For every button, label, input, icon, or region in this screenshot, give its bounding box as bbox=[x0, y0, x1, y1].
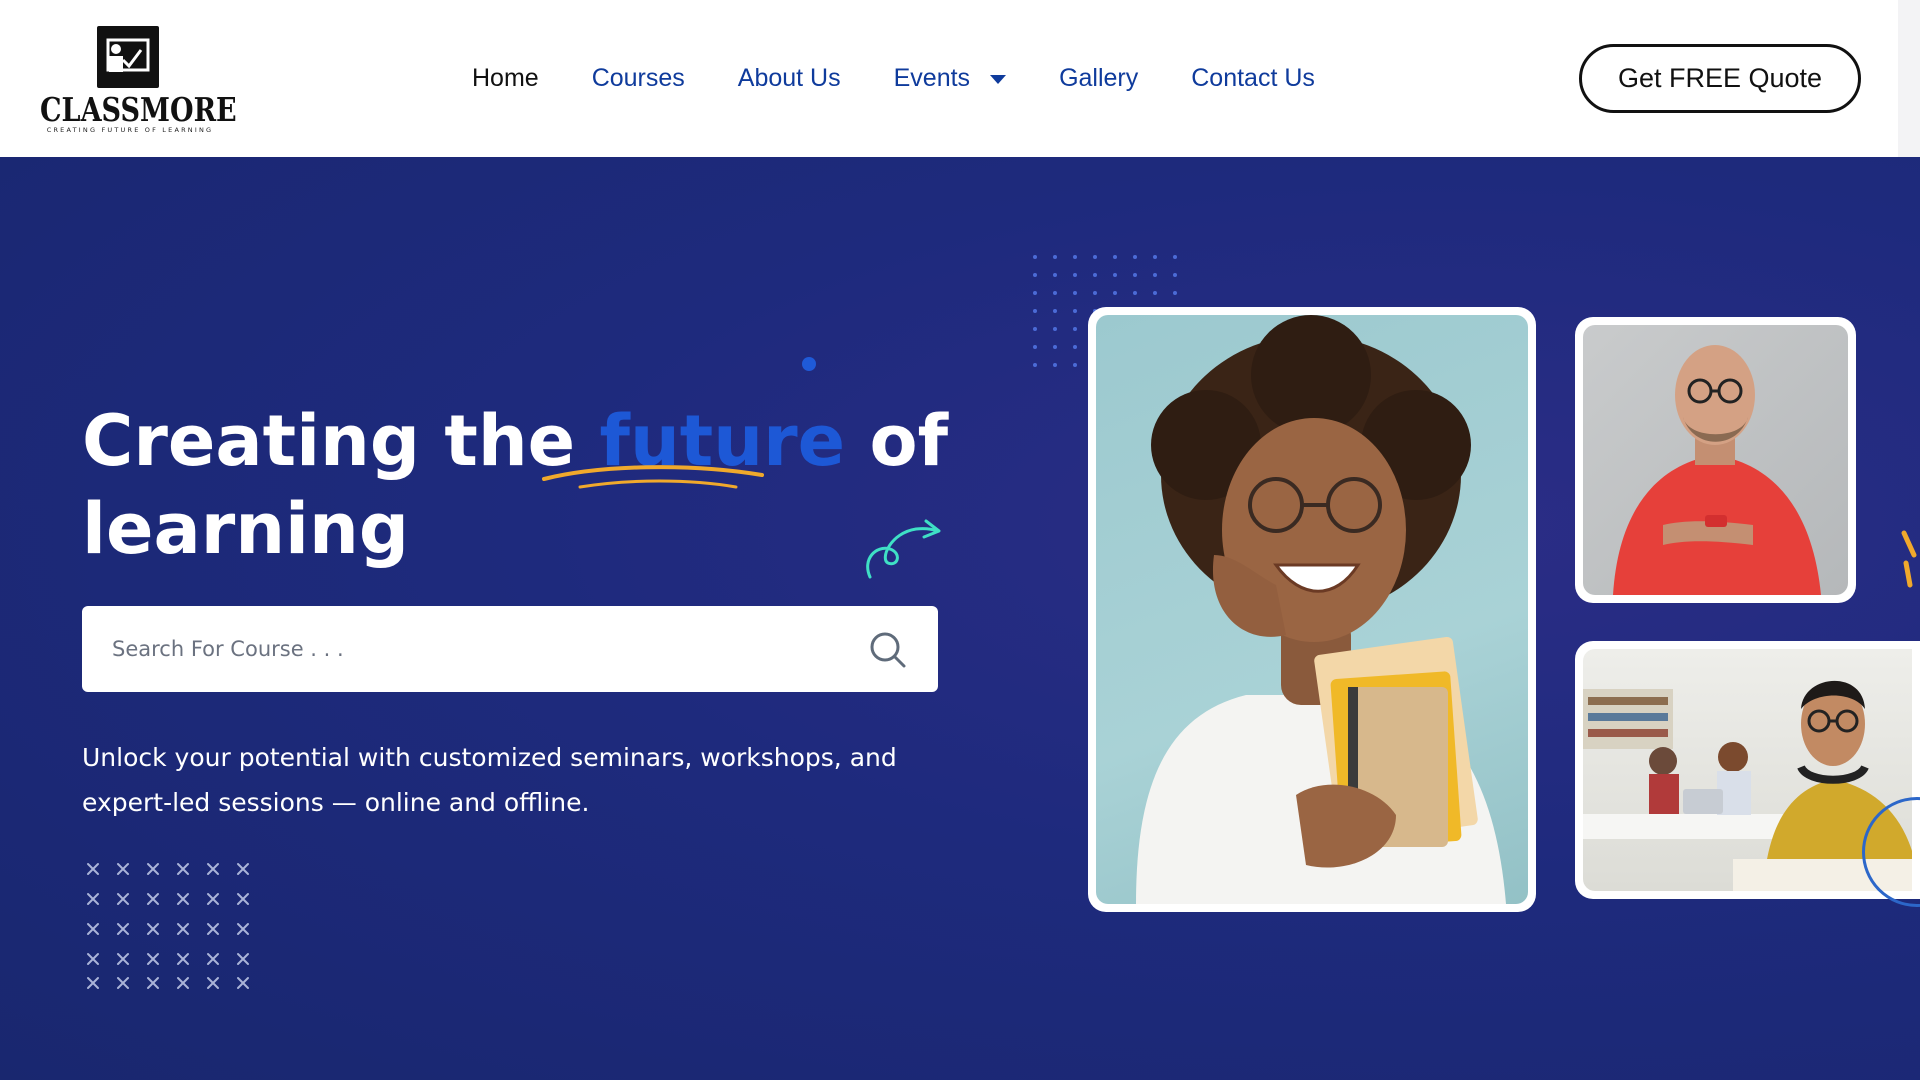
highlight-underline bbox=[542, 465, 764, 489]
nav-events[interactable]: Events bbox=[893, 63, 1007, 93]
nav-events-label: Events bbox=[893, 63, 971, 92]
decorative-yellow-stroke bbox=[1901, 530, 1917, 588]
hero-section: Creating the future of learning Unlock y… bbox=[0, 157, 1920, 1080]
brand-name: CLASSMORE bbox=[40, 90, 237, 129]
scrollbar-track[interactable] bbox=[1898, 0, 1920, 157]
brand-tagline: CREATING FUTURE OF LEARNING bbox=[46, 126, 214, 134]
hero-description: Unlock your potential with customized se… bbox=[82, 743, 897, 817]
nav-contact-us[interactable]: Contact Us bbox=[1191, 64, 1315, 93]
site-header: CLASSMORE CREATING FUTURE OF LEARNING Ho… bbox=[0, 0, 1898, 157]
curly-arrow-icon bbox=[866, 519, 941, 579]
main-nav: Home Courses About Us Events Gallery Con… bbox=[472, 62, 1368, 94]
presentation-board-icon bbox=[97, 26, 159, 88]
headline-part-2: of bbox=[845, 400, 949, 482]
get-free-quote-button[interactable]: Get FREE Quote bbox=[1579, 44, 1861, 113]
headline-line-2: learning bbox=[82, 488, 409, 570]
nav-about-us[interactable]: About Us bbox=[738, 64, 841, 93]
nav-gallery[interactable]: Gallery bbox=[1059, 64, 1138, 93]
student-woman-with-books-image bbox=[1088, 307, 1536, 912]
brand-logo[interactable]: CLASSMORE CREATING FUTURE OF LEARNING bbox=[40, 26, 237, 136]
search-input[interactable] bbox=[112, 606, 832, 692]
caret-down-icon[interactable] bbox=[990, 75, 1007, 84]
decorative-x-grid bbox=[87, 863, 249, 989]
hero-headline: Creating the future of learning bbox=[82, 397, 982, 573]
search-icon[interactable] bbox=[868, 630, 908, 670]
decorative-dot bbox=[802, 357, 816, 371]
nav-home[interactable]: Home bbox=[472, 64, 539, 93]
man-with-phone-image bbox=[1575, 317, 1856, 603]
course-search-bar bbox=[82, 606, 938, 692]
nav-courses[interactable]: Courses bbox=[592, 64, 685, 93]
headline-part-1: Creating the bbox=[82, 400, 600, 482]
